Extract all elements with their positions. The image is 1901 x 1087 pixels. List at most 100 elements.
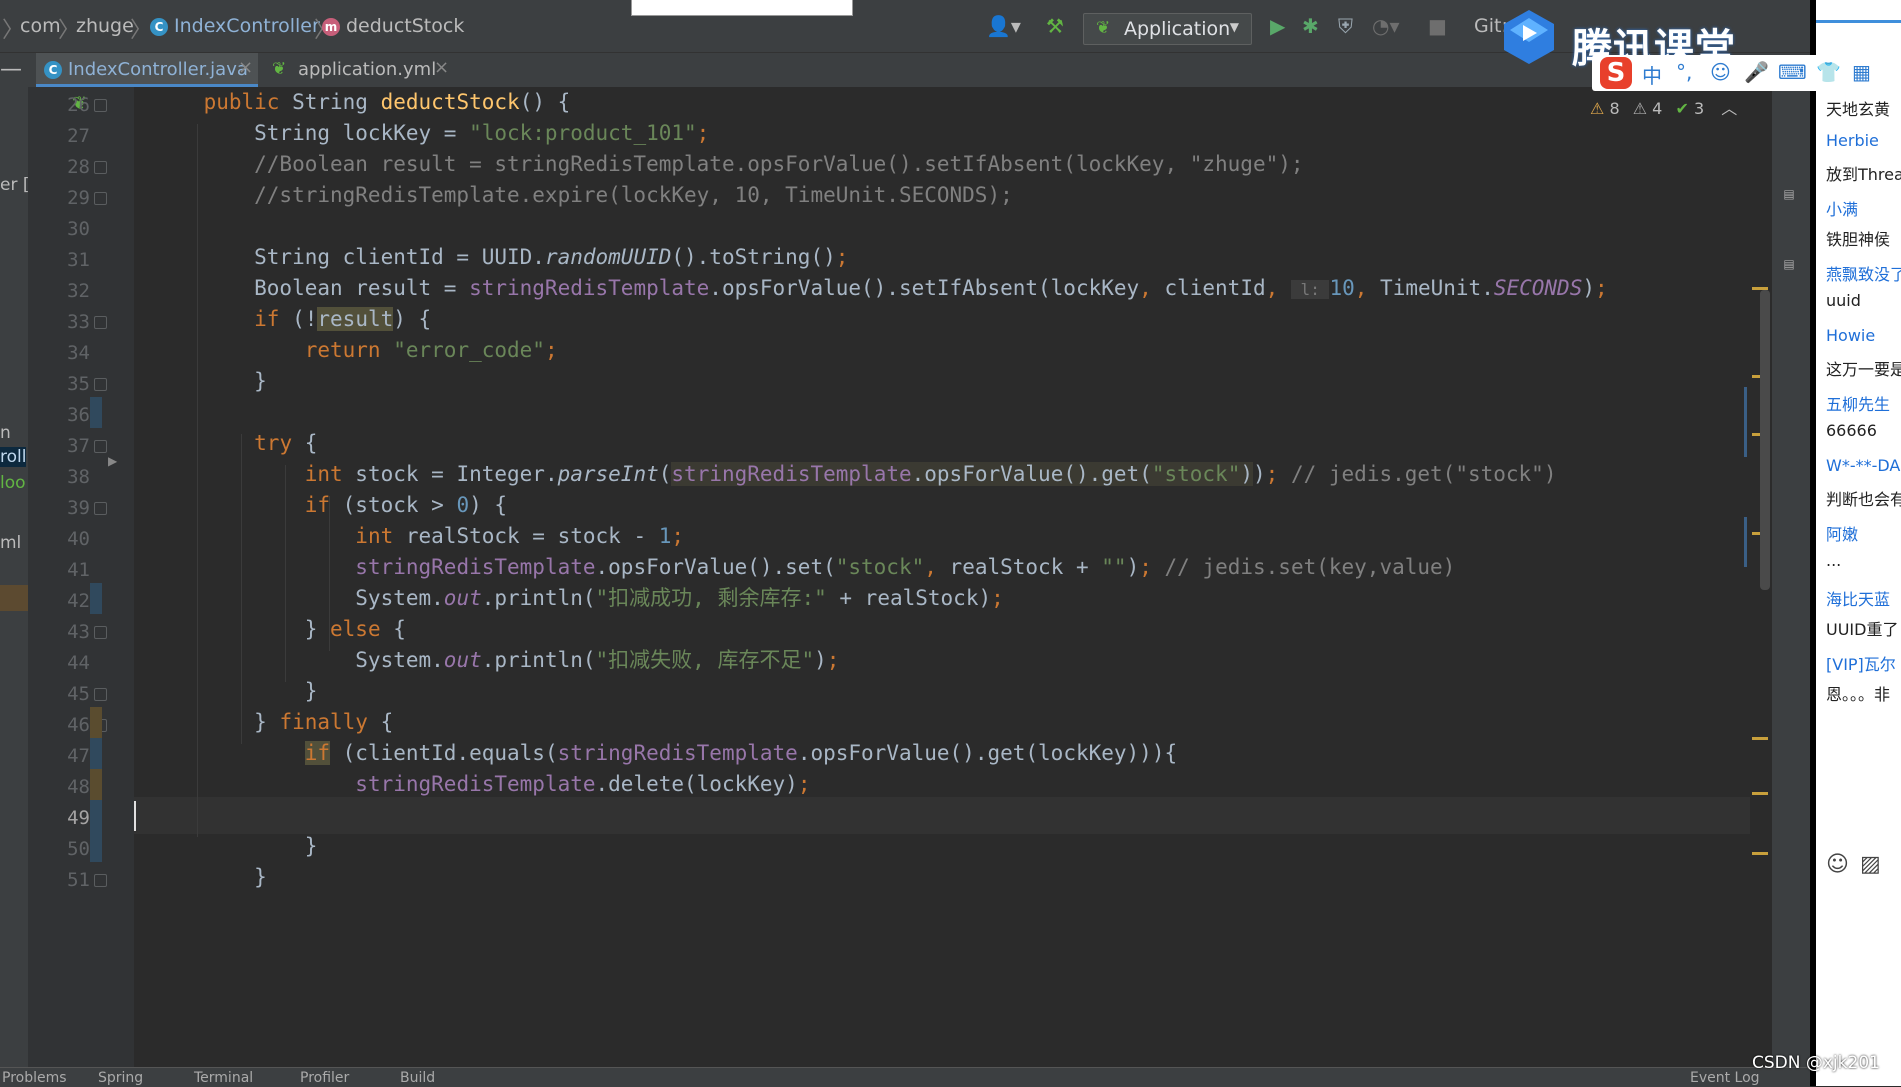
ime-toolbar[interactable]: S 中 °, ☺ 🎤 ⌨ 👕 ▦ [1592,55,1901,91]
code-line[interactable]: } [153,859,267,896]
problems-tab[interactable]: Problems [2,1070,67,1086]
warning-count: 8 [1609,99,1620,118]
punctuation-toggle[interactable]: °, [1676,60,1692,84]
tab-indexcontroller[interactable]: C IndexController.java × [36,53,258,87]
microphone-icon[interactable]: 🎤 [1744,60,1769,84]
debug-icon[interactable]: ✱ [1302,14,1319,38]
close-icon[interactable]: × [434,57,449,78]
run-configuration-select[interactable]: ❦ Application ▼ [1083,13,1252,45]
build-hammer-icon[interactable]: ⚒ [1046,14,1064,38]
breadcrumb-item-indexcontroller[interactable]: IndexController [174,15,320,37]
fold-marker-icon[interactable] [94,99,107,112]
build-tab[interactable]: Build [400,1070,435,1086]
fold-marker-icon[interactable] [94,626,107,639]
code-line[interactable]: //stringRedisTemplate.expire(lockKey, 10… [153,177,1013,214]
vcs-change-marker [90,583,102,614]
line-number: 32 [67,280,90,302]
code-token: "扣减失败, 库存不足" [595,648,815,672]
project-tree-fragment[interactable]: er [r [0,175,28,195]
profile-icon[interactable]: ◔▾ [1372,14,1400,38]
profiler-tab[interactable]: Profiler [300,1070,349,1086]
editor-gutter: ❦ ▶ 26 27 28 29 30 31 32 33 34 35 36 37 38 39 40 41 42 43… [28,87,134,1067]
chat-username[interactable]: 五柳先生 [1826,391,1890,415]
chat-username[interactable]: [VIP]瓦尔 [1826,651,1896,675]
code-token: return [304,338,394,362]
chat-header-line [1816,20,1901,23]
project-tree-fragment[interactable]: roll [0,447,27,467]
vcs-change-marker [90,769,102,800]
line-number: 45 [67,683,90,705]
spring-tab[interactable]: Spring [98,1070,143,1086]
tab-application-yml[interactable]: ❦ application.yml × [268,53,458,87]
vcs-change-marker [90,397,102,428]
code-token: if [304,493,343,517]
code-token: } [153,617,331,641]
sogou-logo-icon[interactable]: S [1600,57,1632,89]
fold-marker-icon[interactable] [94,502,107,515]
emoji-icon[interactable]: ☺ [1826,852,1849,877]
check-icon: ✔ [1675,99,1689,118]
code-token: ) { [469,493,508,517]
inspection-widget[interactable]: ⚠ 8 ⚠ 4 ✔ 3 ︿ ﹀ [1590,95,1766,118]
fold-marker-icon[interactable] [94,874,107,887]
fold-marker-icon[interactable] [94,688,107,701]
code-token: Boolean result = [153,276,470,300]
breadcrumb-item-deductstock[interactable]: deductStock [346,15,464,37]
code-token: .println( [481,586,596,610]
toolbox-icon[interactable]: ▦ [1852,60,1871,84]
run-icon[interactable]: ▶ [1270,14,1285,38]
event-log-tab[interactable]: Event Log [1690,1070,1760,1086]
spring-leaf-icon: ❦ [272,59,287,79]
warning-stripe-mark [1752,737,1768,740]
chat-message: 恩。。。非 [1826,685,1891,704]
chat-username[interactable]: Howie [1826,326,1875,345]
code-line[interactable]: stringRedisTemplate.delete(lockKey); [153,766,810,803]
line-number: 48 [67,776,90,798]
chevron-up-icon[interactable]: ︿ [1721,99,1737,118]
fold-marker-icon[interactable] [94,192,107,205]
chat-username[interactable]: 燕飘致没了 [1826,261,1901,285]
code-token: ; [835,245,849,269]
ime-mode-toggle[interactable]: 中 [1642,60,1662,89]
line-number: 27 [67,125,90,147]
terminal-tab[interactable]: Terminal [194,1070,253,1086]
chat-username[interactable]: 阿嫩 [1826,521,1858,545]
fold-marker-icon[interactable] [94,440,107,453]
code-token: deductStock [380,90,520,114]
maven-tool-icon[interactable]: ▤ [1782,257,1796,271]
line-number: 42 [67,590,90,612]
code-editor[interactable]: public String deductStock() { String loc… [134,87,1754,1067]
line-number: 49 [67,807,90,829]
chat-username[interactable]: 小满 [1826,196,1858,220]
change-stripe-mark [1744,387,1747,457]
project-tree-fragment[interactable]: loo [0,473,26,493]
chat-message: 判断也会有 [1826,490,1901,509]
skin-icon[interactable]: 👕 [1816,60,1841,84]
vertical-scrollbar[interactable] [1760,290,1770,590]
code-token: System. [153,648,444,672]
chat-username[interactable]: W*-**-DA [1826,456,1900,475]
database-tool-icon[interactable]: ▤ [1782,187,1796,201]
breadcrumb-item-com[interactable]: com [20,15,61,37]
code-token: l: [1290,280,1330,299]
close-icon[interactable]: × [238,57,253,78]
code-line[interactable]: } [153,363,267,400]
breadcrumb-item-zhuge[interactable]: zhuge [76,15,134,37]
fold-marker-icon[interactable] [94,378,107,391]
project-tree-fragment[interactable]: ml [0,533,21,553]
fold-marker-icon[interactable] [94,316,107,329]
user-icon[interactable]: 👤▾ [986,14,1021,38]
breakpoint-arrow-icon[interactable]: ▶ [108,454,117,468]
fold-marker-icon[interactable] [94,161,107,174]
stop-icon[interactable]: ■ [1428,14,1447,38]
coverage-icon[interactable]: ⛨ [1338,14,1353,38]
chat-username[interactable]: Herbie [1826,131,1879,150]
emoji-icon[interactable]: ☺ [1710,60,1731,84]
keyboard-icon[interactable]: ⌨ [1778,60,1807,84]
chat-username[interactable]: 海比天蓝 [1826,586,1890,610]
line-number: 43 [67,621,90,643]
image-icon[interactable]: ▨ [1860,852,1881,877]
line-number: 29 [67,187,90,209]
project-tree-fragment[interactable]: n [0,423,11,443]
minimize-icon[interactable]: — [0,57,22,82]
